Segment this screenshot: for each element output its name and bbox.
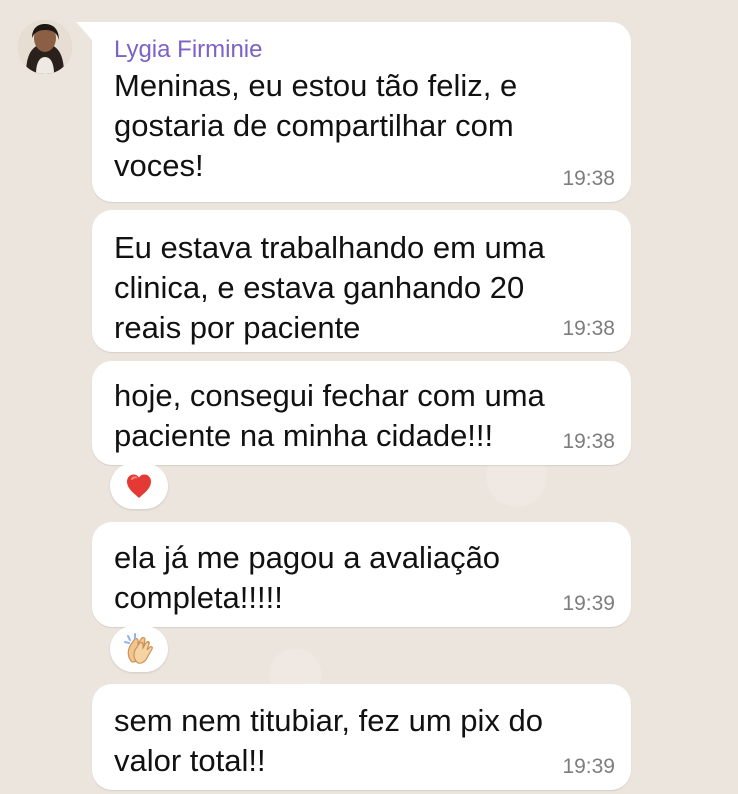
avatar[interactable] bbox=[18, 20, 72, 74]
message-time: 19:38 bbox=[562, 430, 615, 453]
message-bubble[interactable]: Eu estava trabalhando em uma clinica, e … bbox=[92, 210, 631, 352]
message-bubble[interactable]: ela já me pagou a avaliação completa!!!!… bbox=[92, 522, 631, 627]
sender-name: Lygia Firminie bbox=[114, 36, 263, 63]
message-bubble[interactable]: sem nem titubiar, fez um pix do valor to… bbox=[92, 684, 631, 790]
bubble-tail bbox=[76, 22, 92, 40]
message-text: sem nem titubiar, fez um pix do valor to… bbox=[114, 703, 544, 778]
reaction-badge[interactable] bbox=[110, 626, 168, 672]
message-text: ela já me pagou a avaliação completa!!!!… bbox=[114, 540, 501, 615]
message-bubble[interactable]: Lygia Firminie Meninas, eu estou tão fel… bbox=[76, 22, 631, 202]
message-time: 19:39 bbox=[562, 592, 615, 615]
message-time: 19:39 bbox=[562, 755, 615, 778]
message-text: Meninas, eu estou tão feliz, e gostaria … bbox=[114, 68, 518, 183]
message-text: Eu estava trabalhando em uma clinica, e … bbox=[114, 230, 545, 345]
message-bubble[interactable]: hoje, consegui fechar com uma paciente n… bbox=[92, 361, 631, 465]
heart-icon bbox=[127, 474, 151, 498]
clapping-hands-icon bbox=[124, 633, 153, 664]
message-time: 19:38 bbox=[562, 167, 615, 190]
message-time: 19:38 bbox=[562, 317, 615, 340]
avatar-image bbox=[18, 20, 72, 74]
message-text: hoje, consegui fechar com uma paciente n… bbox=[114, 378, 545, 453]
reaction-badge[interactable] bbox=[110, 463, 168, 509]
